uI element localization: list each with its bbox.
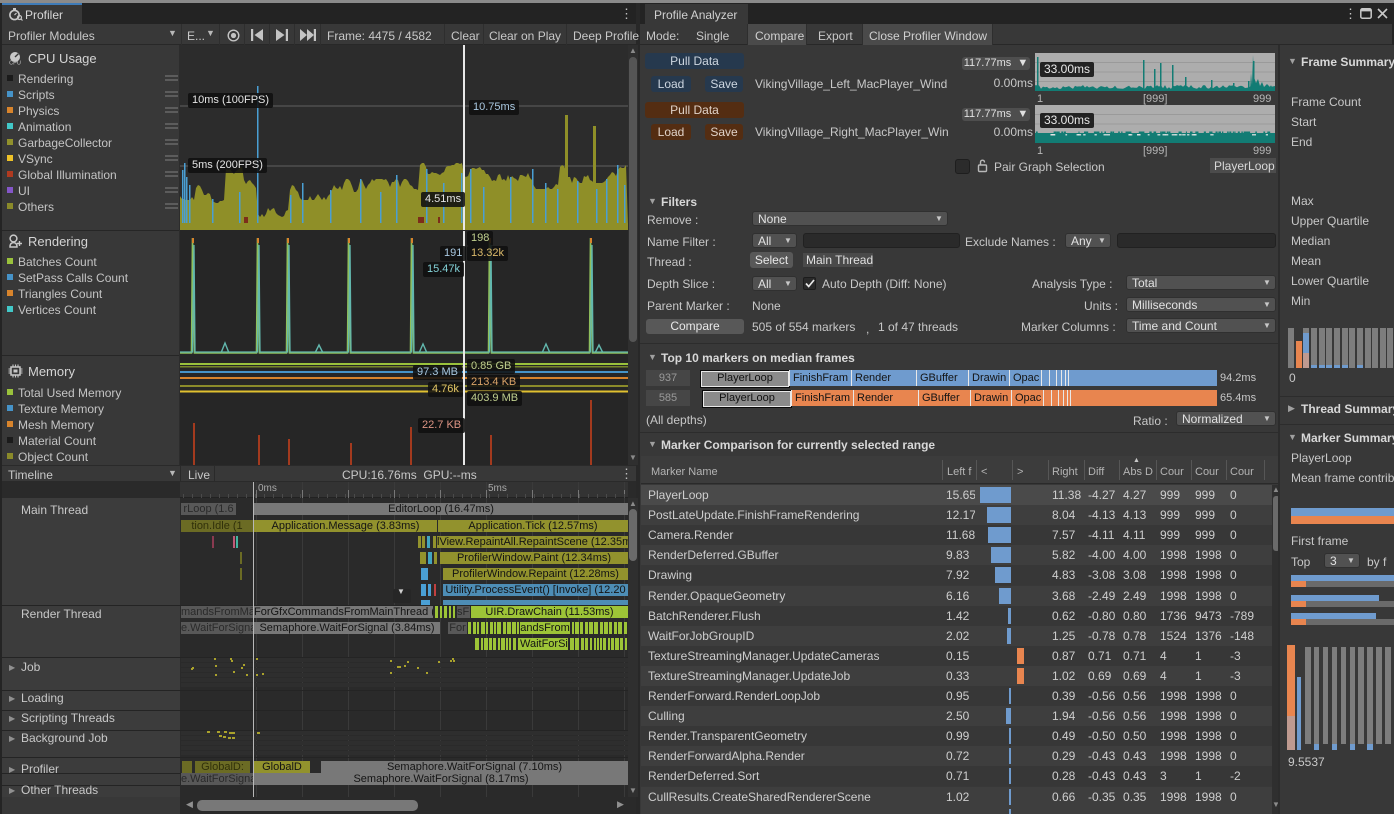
svg-text:CPU: CPU	[9, 61, 21, 65]
